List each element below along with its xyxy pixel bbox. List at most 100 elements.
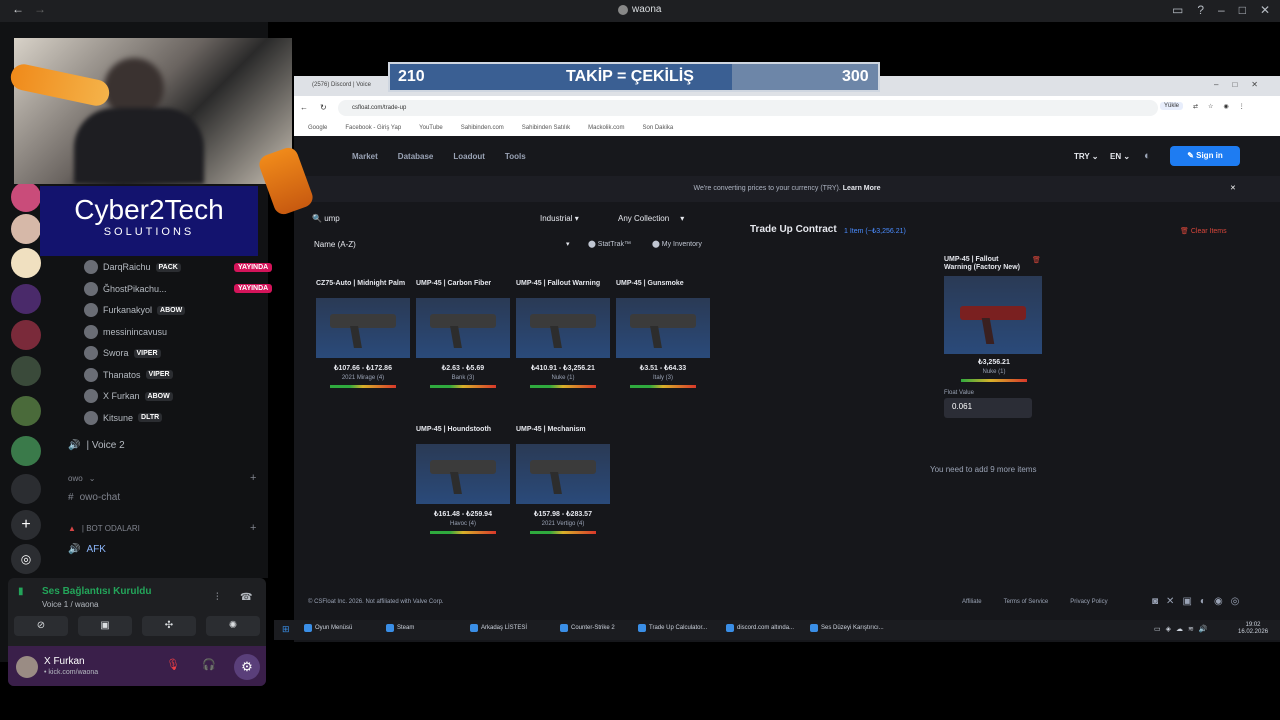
volume-icon[interactable]: 🔊 xyxy=(1199,625,1208,633)
add-channel-icon[interactable]: + xyxy=(250,472,256,484)
footer-link[interactable]: Privacy Policy xyxy=(1070,599,1107,605)
twitch-icon[interactable]: ▣ xyxy=(1182,596,1191,607)
clock[interactable]: 19:02 16.02.2026 xyxy=(1238,622,1268,636)
server-icon[interactable] xyxy=(11,284,41,314)
server-icon[interactable] xyxy=(11,474,41,504)
steam-icon[interactable]: ◐ xyxy=(1200,596,1206,607)
server-icon[interactable] xyxy=(11,320,41,350)
bookmark-item[interactable]: Sahibinden.com xyxy=(461,125,504,131)
category-bot[interactable]: ▲ | BOT ODALARI xyxy=(68,524,140,533)
footer-link[interactable]: Terms of Service xyxy=(1004,599,1049,605)
tab-discord[interactable]: (2576) Discord | Voice xyxy=(312,82,371,88)
avatar[interactable] xyxy=(16,656,38,678)
voice-user[interactable]: messinincavusu xyxy=(84,323,264,341)
inbox-icon[interactable]: ▭ xyxy=(1172,3,1183,17)
stattrak-toggle[interactable]: ⬤ StatTrak™ xyxy=(588,240,631,248)
skin-card[interactable]: UMP-45 | Houndstooth ₺161.48 - ₺259.94 Hav… xyxy=(416,426,510,556)
bookmark-item[interactable]: Son Dakika xyxy=(643,125,674,131)
quality-select[interactable]: Industrial ▾ xyxy=(540,214,579,223)
channel-voice2[interactable]: 🔊 | Voice 2 xyxy=(68,440,125,451)
maximize-icon[interactable]: □ xyxy=(1232,80,1237,89)
activities-button[interactable]: ✣ xyxy=(142,616,196,636)
search-input[interactable]: 🔍 ump xyxy=(312,214,340,223)
settings-gear-icon[interactable]: ⚙ xyxy=(234,654,260,680)
noise-suppression-icon[interactable]: ⫶ xyxy=(216,592,219,603)
back-icon[interactable]: ← xyxy=(12,2,24,16)
reload-icon[interactable]: ↻ xyxy=(320,103,327,112)
skin-card[interactable]: UMP-45 | Gunsmoke ₺3.51 - ₺64.33 Italy (3) xyxy=(616,280,710,410)
forward-icon[interactable]: → xyxy=(34,2,46,16)
taskbar-app[interactable]: Oyun Menüsü xyxy=(304,624,352,632)
currency-select[interactable]: TRY ⌄ xyxy=(1074,152,1099,161)
taskbar-app[interactable]: Trade Up Calculator... xyxy=(638,624,707,632)
tray-icon[interactable]: ▭ xyxy=(1154,625,1161,633)
back-icon[interactable]: ← xyxy=(300,103,308,112)
close-banner-icon[interactable]: ✕ xyxy=(1230,176,1236,202)
footer-link[interactable]: Affiliate xyxy=(962,599,982,605)
voice-user[interactable]: Thanatos VIPER xyxy=(84,366,264,384)
bookmark-star-icon[interactable]: ☆ xyxy=(1208,103,1213,110)
taskbar-app[interactable]: Counter-Strike 2 xyxy=(560,624,615,632)
reddit-icon[interactable]: ◉ xyxy=(1214,596,1223,607)
skin-card[interactable]: UMP-45 | Fallout Warning ₺410.91 - ₺3,256… xyxy=(516,280,610,410)
close-icon[interactable]: ✕ xyxy=(1251,80,1258,89)
profile-icon[interactable]: ◉ xyxy=(1223,103,1228,110)
inventory-toggle[interactable]: ⬤ My Inventory xyxy=(652,240,702,248)
clear-items-button[interactable]: 🗑 Clear Items xyxy=(1180,227,1227,235)
close-icon[interactable]: ✕ xyxy=(1260,3,1270,17)
screen-share-button[interactable]: ▣ xyxy=(78,616,132,636)
menu-icon[interactable]: ⋮ xyxy=(1239,103,1245,110)
voice-user[interactable]: Swora VIPER xyxy=(84,344,264,362)
sort-select[interactable]: Name (A-Z) xyxy=(314,240,356,249)
learn-more-link[interactable]: Learn More xyxy=(843,185,881,192)
taskbar-app[interactable]: Arkadaş LİSTESİ xyxy=(470,624,527,632)
headphones-icon[interactable]: 🎧 xyxy=(202,658,216,671)
collection-select[interactable]: Any Collection ▾ xyxy=(618,214,684,223)
bookmark-item[interactable]: Sahibinden Satılık xyxy=(522,125,570,131)
voice-user[interactable]: ĞhostPikachu... YAYINDA xyxy=(84,280,273,298)
bookmark-item[interactable]: Mackolik.com xyxy=(588,125,624,131)
install-button[interactable]: Yükle xyxy=(1160,102,1184,110)
skin-card[interactable]: UMP-45 | Mechanism ₺157.98 - ₺283.57 2021 … xyxy=(516,426,610,556)
discover-icon[interactable]: ◎ xyxy=(11,544,41,574)
wifi-icon[interactable]: ≋ xyxy=(1188,625,1194,633)
skin-card[interactable]: UMP-45 | Carbon Fiber ₺2.63 - ₺5.69 Bank (… xyxy=(416,280,510,410)
github-icon[interactable]: ◎ xyxy=(1231,596,1240,607)
disconnect-icon[interactable]: ☎ xyxy=(240,592,252,603)
nav-database[interactable]: Database xyxy=(398,152,434,161)
url-field[interactable]: csfloat.com/trade-up xyxy=(338,100,1158,116)
voice-channel-label[interactable]: Voice 1 / waona xyxy=(42,600,98,609)
server-icon[interactable] xyxy=(11,214,41,244)
language-select[interactable]: EN ⌄ xyxy=(1110,152,1130,161)
taskbar-app[interactable]: discord.com altında... xyxy=(726,624,794,632)
float-value-input[interactable]: 0.061 xyxy=(944,398,1032,418)
nav-tools[interactable]: Tools xyxy=(505,152,526,161)
voice-user[interactable]: Kitsune DLTR xyxy=(84,409,264,427)
minimize-icon[interactable]: – xyxy=(1218,3,1225,17)
taskbar-app[interactable]: Ses Düzeyi Karıştırıcı... xyxy=(810,624,884,632)
bookmark-item[interactable]: YouTube xyxy=(419,125,443,131)
server-icon[interactable] xyxy=(11,436,41,466)
minimize-icon[interactable]: – xyxy=(1214,80,1218,89)
category-owo[interactable]: owo ⌄ xyxy=(68,474,95,483)
add-channel-icon[interactable]: + xyxy=(250,522,256,534)
taskbar-app[interactable]: Steam xyxy=(386,624,414,632)
mute-icon[interactable]: 🎙 xyxy=(166,658,180,671)
nav-loadout[interactable]: Loadout xyxy=(453,152,485,161)
nav-market[interactable]: Market xyxy=(352,152,378,161)
tray-icon[interactable]: ◈ xyxy=(1166,625,1171,633)
voice-user[interactable]: X Furkan ABOW xyxy=(84,387,264,405)
start-icon[interactable]: ⊞ xyxy=(282,624,290,635)
soundboard-button[interactable]: ✺ xyxy=(206,616,260,636)
help-icon[interactable]: ? xyxy=(1197,3,1204,17)
server-icon[interactable] xyxy=(11,248,41,278)
remove-item-icon[interactable]: 🗑 xyxy=(1032,256,1041,264)
chevron-down-icon[interactable]: ▾ xyxy=(566,240,570,248)
channel-owo-chat[interactable]: # owo-chat xyxy=(68,492,120,503)
sign-in-button[interactable]: ✎ Sign in xyxy=(1170,146,1240,166)
skin-card[interactable]: CZ75-Auto | Midnight Palm ₺107.66 - ₺172.… xyxy=(316,280,410,410)
maximize-icon[interactable]: □ xyxy=(1239,3,1246,17)
camera-off-button[interactable]: ⊘ xyxy=(14,616,68,636)
steam-icon[interactable]: ◐ xyxy=(1144,150,1151,162)
channel-afk[interactable]: 🔊 AFK xyxy=(68,544,106,555)
